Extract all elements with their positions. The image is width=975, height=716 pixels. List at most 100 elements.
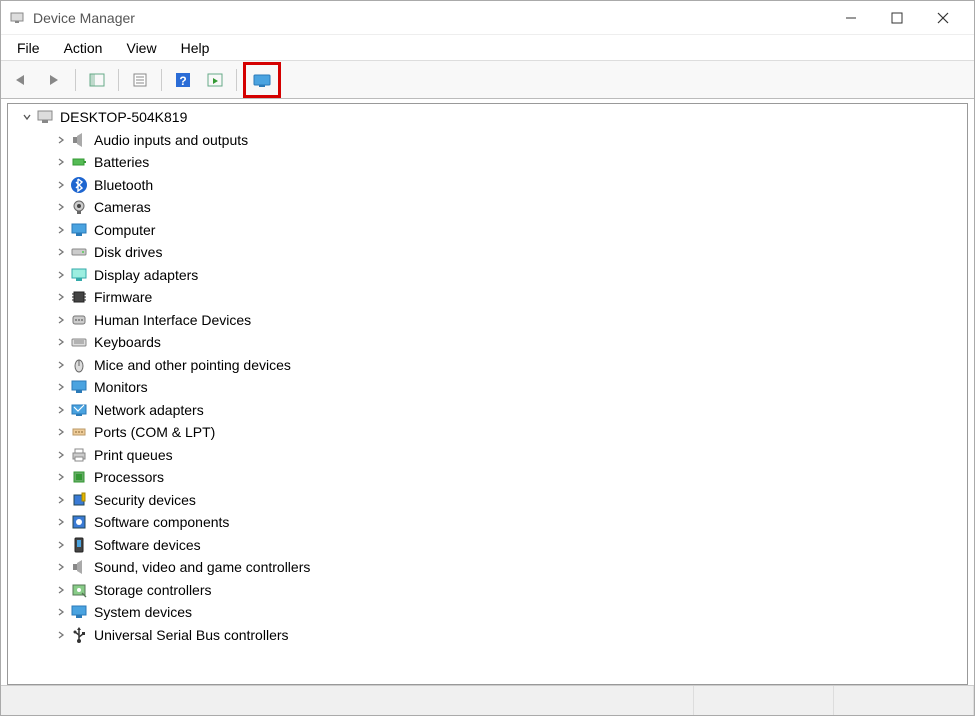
back-button[interactable] — [7, 66, 37, 94]
show-hide-tree-button[interactable] — [82, 66, 112, 94]
menu-file[interactable]: File — [7, 38, 50, 58]
statusbar — [1, 685, 974, 715]
security-icon — [70, 491, 88, 509]
expand-icon[interactable] — [54, 245, 68, 259]
tree-node[interactable]: Disk drives — [12, 241, 963, 264]
node-label: Disk drives — [94, 244, 162, 260]
expand-icon[interactable] — [54, 583, 68, 597]
hid-icon — [70, 311, 88, 329]
node-label: Software devices — [94, 537, 201, 553]
expand-icon[interactable] — [54, 155, 68, 169]
tree-node[interactable]: Print queues — [12, 444, 963, 467]
tree-node[interactable]: Batteries — [12, 151, 963, 174]
tree-node[interactable]: Monitors — [12, 376, 963, 399]
node-label: Software components — [94, 514, 229, 530]
tree-node[interactable]: Storage controllers — [12, 579, 963, 602]
expand-icon[interactable] — [54, 358, 68, 372]
toolbar-separator — [75, 69, 76, 91]
tree-node[interactable]: Display adapters — [12, 264, 963, 287]
minimize-button[interactable] — [828, 3, 874, 33]
expand-icon[interactable] — [54, 178, 68, 192]
node-label: Human Interface Devices — [94, 312, 251, 328]
menu-view[interactable]: View — [116, 38, 166, 58]
node-label: Storage controllers — [94, 582, 212, 598]
tree-node[interactable]: Cameras — [12, 196, 963, 219]
toolbar-separator — [236, 69, 237, 91]
tree-node[interactable]: Mice and other pointing devices — [12, 354, 963, 377]
expand-icon[interactable] — [54, 605, 68, 619]
menu-action[interactable]: Action — [54, 38, 113, 58]
expand-icon[interactable] — [54, 268, 68, 282]
node-label: Bluetooth — [94, 177, 153, 193]
node-label: Monitors — [94, 379, 148, 395]
expand-icon[interactable] — [54, 470, 68, 484]
expand-icon[interactable] — [54, 425, 68, 439]
scan-hardware-button[interactable] — [200, 66, 230, 94]
status-pane-3 — [834, 686, 974, 715]
collapse-icon[interactable] — [20, 110, 34, 124]
help-button[interactable]: ? — [168, 66, 198, 94]
expand-icon[interactable] — [54, 380, 68, 394]
expand-icon[interactable] — [54, 313, 68, 327]
speaker-icon — [70, 558, 88, 576]
mouse-icon — [70, 356, 88, 374]
speaker-icon — [70, 131, 88, 149]
usb-icon — [70, 626, 88, 644]
node-label: Cameras — [94, 199, 151, 215]
menubar: File Action View Help — [1, 35, 974, 61]
tree-root[interactable]: DESKTOP-504K819 — [12, 106, 963, 129]
tree-node[interactable]: Bluetooth — [12, 174, 963, 197]
menu-help[interactable]: Help — [171, 38, 220, 58]
expand-icon[interactable] — [54, 403, 68, 417]
expand-icon[interactable] — [54, 560, 68, 574]
node-label: Sound, video and game controllers — [94, 559, 310, 575]
tree-node[interactable]: Network adapters — [12, 399, 963, 422]
battery-icon — [70, 153, 88, 171]
network-icon — [70, 401, 88, 419]
toolbar-separator — [161, 69, 162, 91]
tree-node[interactable]: Software devices — [12, 534, 963, 557]
swcomp-icon — [70, 513, 88, 531]
node-label: Network adapters — [94, 402, 204, 418]
expand-icon[interactable] — [54, 200, 68, 214]
toolbar-separator — [118, 69, 119, 91]
status-pane-1 — [1, 686, 694, 715]
tree-node[interactable]: Software components — [12, 511, 963, 534]
tree-node[interactable]: Universal Serial Bus controllers — [12, 624, 963, 647]
expand-icon[interactable] — [54, 515, 68, 529]
tree-node[interactable]: Ports (COM & LPT) — [12, 421, 963, 444]
expand-icon[interactable] — [54, 538, 68, 552]
tree-node[interactable]: Security devices — [12, 489, 963, 512]
annotation-highlight — [243, 62, 281, 98]
expand-icon[interactable] — [54, 628, 68, 642]
tree-node[interactable]: Firmware — [12, 286, 963, 309]
expand-icon[interactable] — [54, 335, 68, 349]
chip-icon — [70, 288, 88, 306]
expand-icon[interactable] — [54, 133, 68, 147]
close-button[interactable] — [920, 3, 966, 33]
expand-icon[interactable] — [54, 493, 68, 507]
cpu-icon — [70, 468, 88, 486]
node-label: Computer — [94, 222, 155, 238]
disk-icon — [70, 243, 88, 261]
add-legacy-hardware-button[interactable] — [247, 66, 277, 94]
printer-icon — [70, 446, 88, 464]
swdev-icon — [70, 536, 88, 554]
display-icon — [70, 266, 88, 284]
tree-node[interactable]: Keyboards — [12, 331, 963, 354]
tree-node[interactable]: Audio inputs and outputs — [12, 129, 963, 152]
forward-button[interactable] — [39, 66, 69, 94]
expand-icon[interactable] — [54, 448, 68, 462]
tree-node[interactable]: Processors — [12, 466, 963, 489]
expand-icon[interactable] — [54, 290, 68, 304]
expand-icon[interactable] — [54, 223, 68, 237]
tree-node[interactable]: System devices — [12, 601, 963, 624]
tree-node[interactable]: Human Interface Devices — [12, 309, 963, 332]
node-label: Firmware — [94, 289, 152, 305]
node-label: Processors — [94, 469, 164, 485]
tree-node[interactable]: Computer — [12, 219, 963, 242]
tree-node[interactable]: Sound, video and game controllers — [12, 556, 963, 579]
maximize-button[interactable] — [874, 3, 920, 33]
properties-button[interactable] — [125, 66, 155, 94]
device-tree[interactable]: DESKTOP-504K819 Audio inputs and outputs… — [7, 103, 968, 685]
